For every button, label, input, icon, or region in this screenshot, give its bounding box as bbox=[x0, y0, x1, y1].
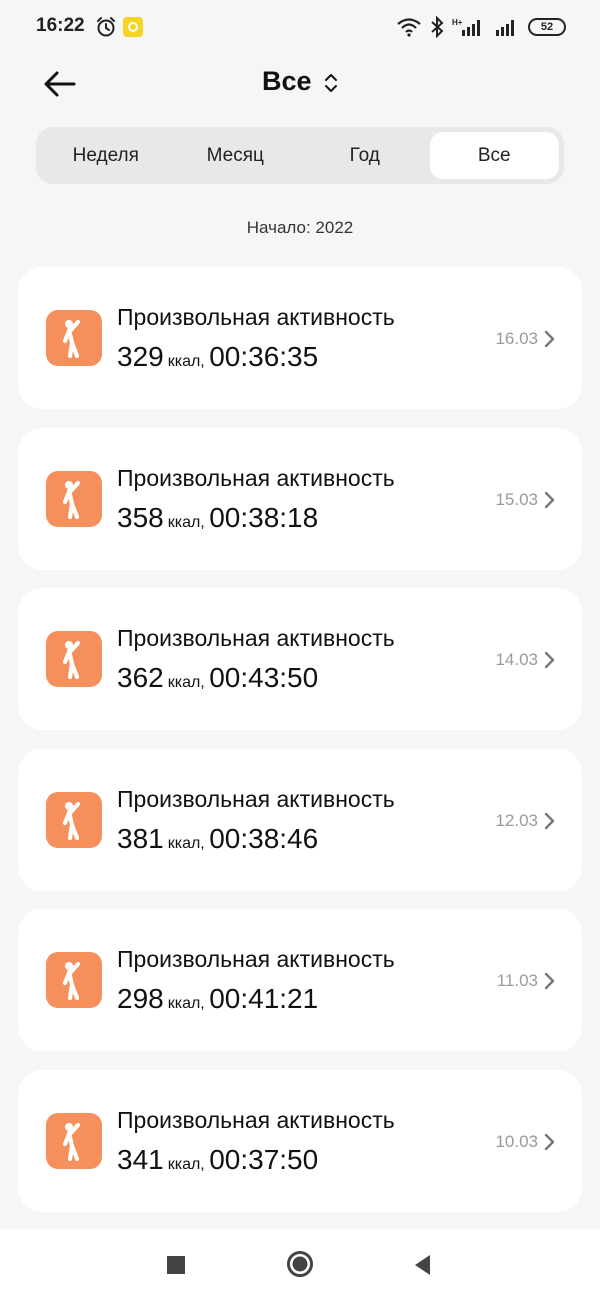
activity-stats: 362 ккал, 00:43:50 bbox=[117, 662, 318, 694]
tab-month[interactable]: Месяц bbox=[171, 132, 301, 179]
activity-date: 11.03 bbox=[496, 971, 538, 991]
system-icons: H+ 52 bbox=[396, 15, 566, 39]
activity-title: Произвольная активность bbox=[117, 464, 395, 491]
alarm-clock-icon bbox=[97, 17, 115, 37]
person-stretching-icon bbox=[46, 791, 102, 848]
activity-duration: 00:38:18 bbox=[209, 501, 319, 533]
activity-card[interactable]: Произвольная активность 329 ккал, 00:36:3… bbox=[18, 267, 582, 409]
activity-title: Произвольная активность bbox=[117, 625, 395, 652]
activity-title: Произвольная активность bbox=[117, 785, 395, 812]
activity-kcal: 362 bbox=[117, 662, 164, 694]
activity-title: Произвольная активность bbox=[117, 946, 395, 973]
header: Все bbox=[0, 56, 600, 112]
activity-list: Произвольная активность 329 ккал, 00:36:3… bbox=[18, 267, 582, 1231]
person-stretching-icon bbox=[46, 470, 102, 527]
tab-week[interactable]: Неделя bbox=[41, 132, 171, 179]
tab-all[interactable]: Все bbox=[429, 132, 559, 179]
activity-card[interactable]: Произвольная активность 341 ккал, 00:37:5… bbox=[18, 1069, 582, 1212]
activity-title: Произвольная активность bbox=[117, 1106, 395, 1133]
activity-duration: 00:37:50 bbox=[209, 1143, 319, 1175]
signal-h-plus-icon: H+ bbox=[452, 18, 480, 36]
activity-kcal: 381 bbox=[117, 822, 164, 854]
status-bar: 16:22 H+ 52 bbox=[0, 0, 600, 56]
home-circle-icon[interactable] bbox=[286, 1250, 314, 1278]
system-nav-bar bbox=[0, 1229, 600, 1299]
activity-date: 15.03 bbox=[495, 489, 538, 509]
activity-stats: 341 ккал, 00:37:50 bbox=[117, 1144, 318, 1176]
person-stretching-icon bbox=[46, 952, 102, 1009]
activity-date: 16.03 bbox=[495, 329, 538, 348]
person-stretching-icon bbox=[46, 310, 102, 366]
activity-kcal: 341 bbox=[117, 1143, 164, 1175]
activity-card[interactable]: Произвольная активность 381 ккал, 00:38:4… bbox=[18, 748, 582, 891]
svg-text:H+: H+ bbox=[452, 18, 463, 27]
activity-card[interactable]: Произвольная активность 358 ккал, 00:38:1… bbox=[18, 427, 582, 570]
activity-stats: 358 ккал, 00:38:18 bbox=[117, 502, 318, 534]
page-title: Все bbox=[262, 66, 312, 96]
activity-kcal: 358 bbox=[117, 501, 164, 533]
notification-app-icon bbox=[123, 17, 143, 37]
activity-date: 12.03 bbox=[495, 810, 538, 830]
activity-kcal-unit: ккал, bbox=[167, 353, 205, 370]
activity-duration: 00:36:35 bbox=[209, 341, 319, 372]
title-selector[interactable]: Все bbox=[0, 66, 600, 97]
activity-card[interactable]: Произвольная активность 362 ккал, 00:43:5… bbox=[18, 588, 582, 731]
activity-card[interactable]: Произвольная активность 298 ккал, 00:41:2… bbox=[18, 909, 582, 1052]
activity-kcal-unit: ккал, bbox=[167, 513, 205, 531]
status-time: 16:22 bbox=[36, 15, 85, 36]
start-label: Начало: 2022 bbox=[246, 218, 354, 237]
activity-duration: 00:43:50 bbox=[209, 662, 319, 694]
activity-kcal: 298 bbox=[117, 983, 164, 1015]
activity-kcal-unit: ккал, bbox=[167, 834, 205, 852]
activity-date: 10.03 bbox=[495, 1131, 538, 1151]
activity-stats: 381 ккал, 00:38:46 bbox=[117, 823, 318, 855]
activity-title: Произвольная активность bbox=[117, 304, 395, 330]
signal-icon bbox=[496, 20, 514, 36]
person-stretching-icon bbox=[46, 1112, 102, 1169]
chevron-right-icon bbox=[544, 330, 555, 348]
chevron-right-icon bbox=[544, 651, 555, 669]
activity-duration: 00:38:46 bbox=[209, 822, 319, 854]
back-triangle-icon[interactable] bbox=[412, 1253, 432, 1277]
activity-kcal: 329 bbox=[117, 341, 164, 372]
bluetooth-icon bbox=[431, 16, 444, 38]
recents-square-icon[interactable] bbox=[166, 1255, 186, 1275]
battery-indicator: 52 bbox=[528, 18, 566, 36]
activity-kcal-unit: ккал, bbox=[167, 995, 205, 1013]
chevron-up-down-icon bbox=[324, 73, 337, 92]
chevron-right-icon bbox=[544, 1133, 555, 1151]
activity-kcal-unit: ккал, bbox=[167, 674, 205, 692]
chevron-right-icon bbox=[544, 491, 555, 508]
wifi-icon bbox=[397, 18, 421, 37]
period-tabs: Неделя Месяц Год Все bbox=[36, 127, 564, 184]
person-stretching-icon bbox=[46, 631, 102, 688]
tab-year[interactable]: Год bbox=[300, 132, 430, 179]
activity-stats: 298 ккал, 00:41:21 bbox=[117, 983, 318, 1015]
activity-date: 14.03 bbox=[495, 650, 538, 670]
activity-kcal-unit: ккал, bbox=[167, 1155, 205, 1173]
activity-duration: 00:41:21 bbox=[209, 983, 319, 1015]
activity-stats: 329 ккал, 00:36:35 bbox=[117, 341, 318, 373]
chevron-right-icon bbox=[544, 973, 555, 990]
chevron-right-icon bbox=[544, 812, 555, 829]
